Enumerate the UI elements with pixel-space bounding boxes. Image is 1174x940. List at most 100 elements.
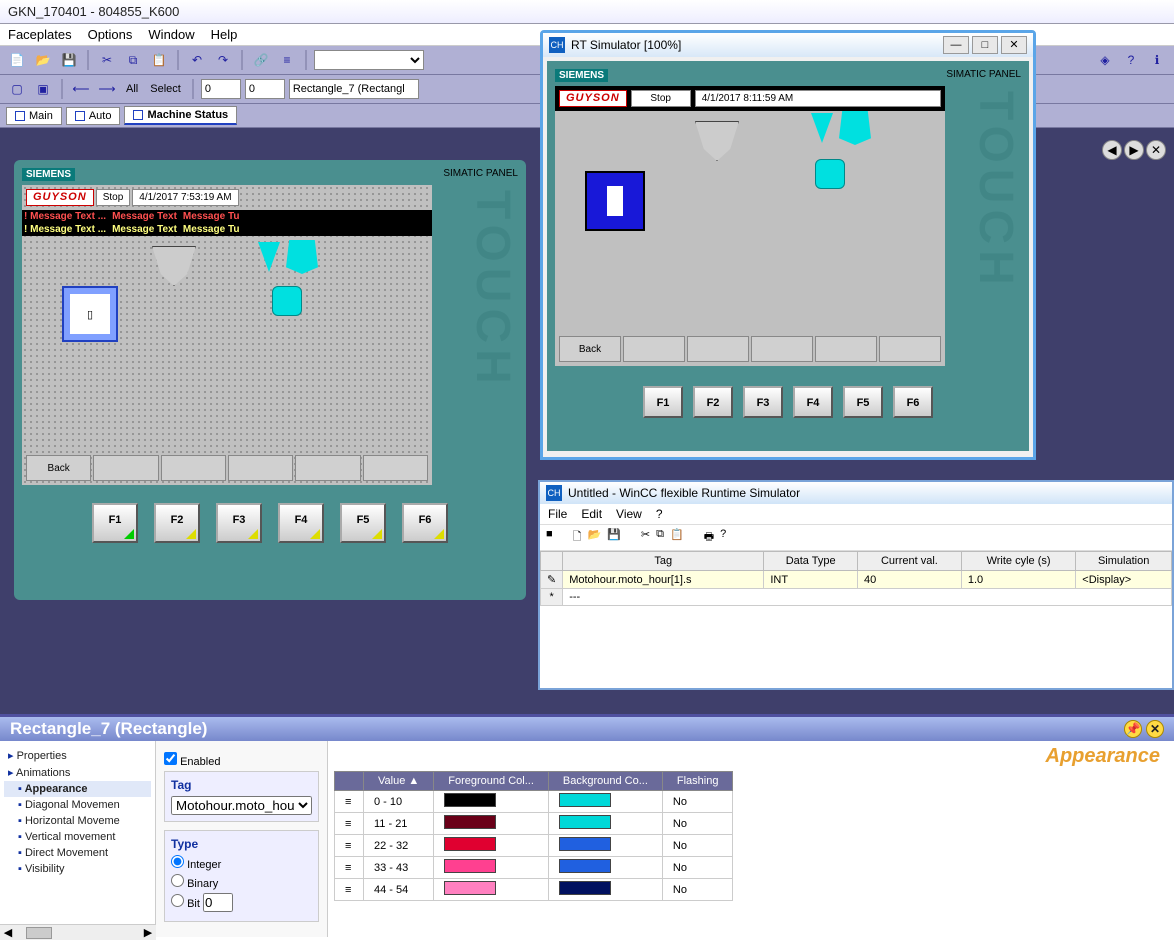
col-value[interactable]: Value ▲ bbox=[364, 772, 434, 791]
rt-hmi-screen[interactable]: GUYSON Stop 4/1/2017 8:11:59 AM Back bbox=[555, 86, 945, 366]
tree-visibility[interactable]: Visibility bbox=[4, 861, 151, 877]
arrow-left-icon[interactable]: ⟵ bbox=[70, 78, 92, 100]
f3-key[interactable]: F3 bbox=[216, 503, 262, 543]
tree-hscroll[interactable]: ◀▶ bbox=[0, 924, 156, 937]
col-writecycle[interactable]: Write cyle (s) bbox=[961, 552, 1075, 571]
cell-bg[interactable] bbox=[548, 879, 662, 901]
appearance-row[interactable]: ≡ 44 - 54 No bbox=[335, 879, 733, 901]
rt-machine-box[interactable] bbox=[585, 171, 645, 231]
rt-tank-icon[interactable] bbox=[815, 159, 845, 189]
cell-flashing[interactable]: No bbox=[662, 813, 733, 835]
rts-print-icon[interactable]: 🖶 bbox=[704, 528, 714, 547]
rts-menu-file[interactable]: File bbox=[548, 507, 567, 521]
hopper-icon[interactable] bbox=[152, 246, 196, 286]
appearance-row[interactable]: ≡ 22 - 32 No bbox=[335, 835, 733, 857]
rt-footer-btn-4[interactable] bbox=[751, 336, 813, 362]
rt-f6-key[interactable]: F6 bbox=[893, 386, 933, 418]
cell-value[interactable]: 33 - 43 bbox=[364, 857, 434, 879]
rts-menu-edit[interactable]: Edit bbox=[581, 507, 602, 521]
footer-btn-4[interactable] bbox=[228, 455, 293, 481]
menu-help[interactable]: Help bbox=[211, 27, 238, 42]
rt-f1-key[interactable]: F1 bbox=[643, 386, 683, 418]
cell-writecycle[interactable]: 1.0 bbox=[961, 571, 1075, 589]
row-handle-icon[interactable]: ≡ bbox=[335, 857, 364, 879]
cell-flashing[interactable]: No bbox=[662, 835, 733, 857]
col-tag[interactable]: Tag bbox=[563, 552, 764, 571]
tree-horizontal[interactable]: Horizontal Moveme bbox=[4, 813, 151, 829]
col-flashing[interactable]: Flashing bbox=[662, 772, 733, 791]
tag-select[interactable]: Motohour.moto_hour[ bbox=[171, 796, 312, 815]
cell-tag[interactable]: Motohour.moto_hour[1].s bbox=[563, 571, 764, 589]
tank-icon[interactable] bbox=[272, 286, 302, 316]
footer-btn-6[interactable] bbox=[363, 455, 428, 481]
rts-stop-icon[interactable]: ■ bbox=[546, 528, 553, 547]
col-currentval[interactable]: Current val. bbox=[857, 552, 961, 571]
cell-flashing[interactable]: No bbox=[662, 879, 733, 901]
tree-properties[interactable]: Properties bbox=[4, 747, 151, 764]
arrow-right-icon[interactable]: ⟶ bbox=[96, 78, 118, 100]
cell-fg[interactable] bbox=[434, 879, 549, 901]
rt-f4-key[interactable]: F4 bbox=[793, 386, 833, 418]
bit-number[interactable] bbox=[203, 893, 233, 912]
minimize-icon[interactable]: — bbox=[943, 36, 969, 54]
rts-paste-icon[interactable]: 📋 bbox=[670, 528, 684, 547]
hmi-screen[interactable]: GUYSON Stop 4/1/2017 7:53:19 AM ! Messag… bbox=[22, 185, 432, 485]
rts-copy-icon[interactable]: ⧉ bbox=[656, 528, 664, 547]
cell-bg[interactable] bbox=[548, 791, 662, 813]
f4-key[interactable]: F4 bbox=[278, 503, 324, 543]
rt-bucket-icon[interactable] bbox=[839, 111, 871, 145]
link-icon[interactable]: 🔗 bbox=[250, 49, 272, 71]
rts-menu-help[interactable]: ? bbox=[656, 507, 663, 521]
cell-value[interactable]: 11 - 21 bbox=[364, 813, 434, 835]
tree-direct[interactable]: Direct Movement bbox=[4, 845, 151, 861]
help-info-icon[interactable]: ℹ bbox=[1146, 49, 1168, 71]
row-handle-icon[interactable]: ≡ bbox=[335, 879, 364, 901]
type-binary[interactable]: Binary bbox=[171, 874, 312, 890]
cut-icon[interactable]: ✂ bbox=[96, 49, 118, 71]
cell-fg[interactable] bbox=[434, 791, 549, 813]
rts-new-icon[interactable]: 🗋 bbox=[573, 528, 582, 547]
f1-key[interactable]: F1 bbox=[92, 503, 138, 543]
row-handle-icon[interactable]: ≡ bbox=[335, 835, 364, 857]
rt-footer-btn-6[interactable] bbox=[879, 336, 941, 362]
rt-stop-field[interactable]: Stop bbox=[631, 90, 691, 107]
stop-field[interactable]: Stop bbox=[96, 189, 131, 206]
cell-bg[interactable] bbox=[548, 835, 662, 857]
nav-close-icon[interactable]: ✕ bbox=[1146, 140, 1166, 160]
open-icon[interactable]: 📂 bbox=[32, 49, 54, 71]
redo-icon[interactable]: ↷ bbox=[212, 49, 234, 71]
rt-hopper-icon[interactable] bbox=[695, 121, 739, 161]
rts-row-1[interactable]: ✎ Motohour.moto_hour[1].s INT 40 1.0 <Di… bbox=[541, 571, 1172, 589]
menu-window[interactable]: Window bbox=[148, 27, 194, 42]
footer-btn-5[interactable] bbox=[295, 455, 360, 481]
col-fg[interactable]: Foreground Col... bbox=[434, 772, 549, 791]
row-handle-icon[interactable]: ≡ bbox=[335, 791, 364, 813]
enabled-checkbox[interactable]: Enabled bbox=[164, 752, 319, 768]
cell-currentval[interactable]: 40 bbox=[857, 571, 961, 589]
appearance-row[interactable]: ≡ 0 - 10 No bbox=[335, 791, 733, 813]
col-simulation[interactable]: Simulation bbox=[1076, 552, 1172, 571]
rt-back-button[interactable]: Back bbox=[559, 336, 621, 362]
f6-key[interactable]: F6 bbox=[402, 503, 448, 543]
rt-f5-key[interactable]: F5 bbox=[843, 386, 883, 418]
object-combo[interactable] bbox=[289, 79, 419, 99]
rts-open-icon[interactable]: 📂 bbox=[588, 528, 602, 547]
close-icon[interactable]: ✕ bbox=[1001, 36, 1027, 54]
save-icon[interactable]: 💾 bbox=[58, 49, 80, 71]
rts-row-blank[interactable]: * --- bbox=[541, 589, 1172, 606]
cell-fg[interactable] bbox=[434, 835, 549, 857]
rt-footer-btn-3[interactable] bbox=[687, 336, 749, 362]
col-datatype[interactable]: Data Type bbox=[764, 552, 858, 571]
cone-icon[interactable] bbox=[258, 242, 280, 272]
help-diamond-icon[interactable]: ◈ bbox=[1094, 49, 1116, 71]
f2-key[interactable]: F2 bbox=[154, 503, 200, 543]
tree-appearance[interactable]: Appearance bbox=[4, 781, 151, 797]
cell-bg[interactable] bbox=[548, 857, 662, 879]
tab-auto[interactable]: Auto bbox=[66, 107, 121, 125]
tool-b-icon[interactable]: ▣ bbox=[32, 78, 54, 100]
rts-save-icon[interactable]: 💾 bbox=[607, 528, 621, 547]
font-combo[interactable] bbox=[314, 50, 424, 70]
property-tree[interactable]: Properties Animations Appearance Diagona… bbox=[0, 741, 156, 937]
nav-next-icon[interactable]: ▶ bbox=[1124, 140, 1144, 160]
cell-simulation[interactable]: <Display> bbox=[1076, 571, 1172, 589]
